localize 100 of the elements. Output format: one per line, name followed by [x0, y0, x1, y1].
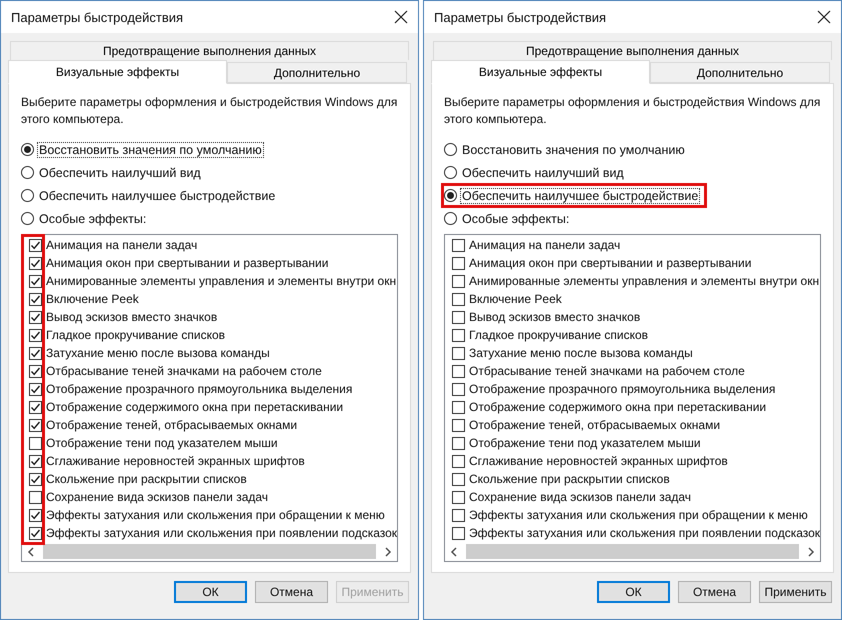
checkbox[interactable] — [452, 346, 465, 360]
checkbox-label[interactable]: Отображение содержимого окна при перетаскивании — [46, 400, 344, 414]
checkbox-label[interactable]: Сохранение вида эскизов панели задач — [46, 490, 268, 504]
checkbox[interactable] — [29, 346, 42, 360]
checkbox[interactable] — [29, 472, 42, 486]
radio-label[interactable]: Обеспечить наилучшее быстродействие — [37, 188, 278, 204]
checkbox-label[interactable]: Скольжение при раскрытии списков — [469, 472, 670, 486]
checkbox-label[interactable]: Отображение тени под указателем мыши — [469, 436, 701, 450]
radio-button[interactable] — [21, 212, 34, 225]
tab[interactable]: Дополнительно — [227, 62, 407, 83]
checkbox[interactable] — [29, 310, 42, 324]
chevron-left-icon[interactable] — [450, 546, 458, 556]
checkbox-label[interactable]: Затухание меню после вызова команды — [469, 346, 693, 360]
dialog-button[interactable]: Отмена — [678, 581, 751, 603]
checkbox[interactable] — [452, 274, 465, 288]
checkbox[interactable] — [452, 400, 465, 414]
tab[interactable]: Визуальные эффекты — [8, 60, 227, 84]
checkbox[interactable] — [452, 490, 465, 504]
close-icon[interactable] — [817, 10, 831, 24]
radio-label[interactable]: Обеспечить наилучший вид — [460, 164, 626, 180]
checkbox-label[interactable]: Эффекты затухания или скольжения при появлении подсказок — [46, 526, 398, 540]
checkbox[interactable] — [29, 238, 42, 252]
checkbox-label[interactable]: Эффекты затухания или скольжения при обращении к меню — [469, 508, 808, 522]
checkbox-label[interactable]: Вывод эскизов вместо значков — [469, 310, 640, 324]
checkbox-label[interactable]: Включение Peek — [469, 292, 562, 306]
checkbox[interactable] — [452, 472, 465, 486]
radio-label[interactable]: Восстановить значения по умолчанию — [37, 142, 264, 158]
checkbox-label[interactable]: Эффекты затухания или скольжения при появлении подсказок — [469, 526, 820, 540]
checkbox[interactable] — [29, 508, 42, 522]
dialog-button[interactable]: ОК — [597, 581, 670, 603]
radio-label[interactable]: Особые эффекты: — [460, 210, 572, 226]
checkbox-label[interactable]: Скольжение при раскрытии списков — [46, 472, 247, 486]
radio-label[interactable]: Обеспечить наилучший вид — [37, 164, 203, 180]
tab[interactable]: Визуальные эффекты — [431, 60, 650, 84]
checkbox[interactable] — [29, 418, 42, 432]
checkbox-label[interactable]: Гладкое прокручивание списков — [46, 328, 226, 342]
checkbox[interactable] — [452, 238, 465, 252]
checkbox[interactable] — [452, 382, 465, 396]
checkbox-label[interactable]: Анимация окон при свертывании и развертывании — [469, 256, 752, 270]
radio-button[interactable] — [444, 212, 457, 225]
close-icon[interactable] — [394, 10, 408, 24]
checkbox[interactable] — [29, 292, 42, 306]
checkbox-label[interactable]: Эффекты затухания или скольжения при обращении к меню — [46, 508, 385, 522]
checkbox[interactable] — [452, 310, 465, 324]
checkbox-label[interactable]: Анимация на панели задач — [46, 238, 198, 252]
checkbox-label[interactable]: Сглаживание неровностей экранных шрифтов — [46, 454, 305, 468]
checkbox[interactable] — [29, 328, 42, 342]
radio-button[interactable] — [21, 166, 34, 179]
checkbox-label[interactable]: Отображение прозрачного прямоугольника выделения — [46, 382, 352, 396]
tab[interactable]: Предотвращение выполнения данных — [10, 41, 409, 60]
checkbox[interactable] — [29, 436, 42, 450]
checkbox-label[interactable]: Сглаживание неровностей экранных шрифтов — [469, 454, 728, 468]
checkbox-label[interactable]: Затухание меню после вызова команды — [46, 346, 270, 360]
radio-button[interactable] — [444, 189, 457, 202]
checkbox-label[interactable]: Анимированные элементы управления и элементы внутри окн — [469, 274, 820, 288]
checkbox-label[interactable]: Отображение содержимого окна при перетаскивании — [469, 400, 766, 414]
checkbox[interactable] — [452, 292, 465, 306]
checkbox[interactable] — [29, 274, 42, 288]
radio-button[interactable] — [444, 166, 457, 179]
checkbox[interactable] — [452, 526, 465, 540]
checkbox-label[interactable]: Отображение теней, отбрасываемых окнами — [469, 418, 720, 432]
checkbox[interactable] — [29, 256, 42, 270]
radio-button[interactable] — [444, 143, 457, 156]
checkbox-label[interactable]: Анимация окон при свертывании и развертывании — [46, 256, 328, 270]
chevron-right-icon[interactable] — [807, 546, 815, 556]
chevron-left-icon[interactable] — [27, 546, 35, 556]
checkbox[interactable] — [452, 256, 465, 270]
radio-button[interactable] — [21, 143, 34, 156]
checkbox-label[interactable]: Отбрасывание теней значками на рабочем столе — [46, 364, 322, 378]
radio-label[interactable]: Обеспечить наилучшее быстродействие — [460, 188, 700, 204]
radio-label[interactable]: Особые эффекты: — [37, 210, 148, 226]
checkbox-label[interactable]: Анимированные элементы управления и элементы внутри окн — [46, 274, 396, 288]
checkbox[interactable] — [29, 454, 42, 468]
radio-label[interactable]: Восстановить значения по умолчанию — [460, 142, 687, 158]
checkbox[interactable] — [29, 490, 42, 504]
checkbox[interactable] — [29, 364, 42, 378]
dialog-button[interactable]: ОК — [174, 581, 247, 603]
dialog-button[interactable]: Применить — [759, 581, 832, 603]
checkbox-label[interactable]: Гладкое прокручивание списков — [469, 328, 648, 342]
checkbox[interactable] — [452, 418, 465, 432]
radio-button[interactable] — [21, 189, 34, 202]
checkbox-label[interactable]: Отображение теней, отбрасываемых окнами — [46, 418, 298, 432]
checkbox[interactable] — [452, 508, 465, 522]
tab[interactable]: Предотвращение выполнения данных — [433, 41, 832, 60]
checkbox-label[interactable]: Отображение тени под указателем мыши — [46, 436, 278, 450]
chevron-right-icon[interactable] — [384, 546, 392, 556]
dialog-button[interactable]: Отмена — [255, 581, 328, 603]
checkbox[interactable] — [452, 454, 465, 468]
checkbox[interactable] — [452, 364, 465, 378]
checkbox[interactable] — [452, 328, 465, 342]
checkbox-label[interactable]: Отображение прозрачного прямоугольника выделения — [469, 382, 776, 396]
checkbox-label[interactable]: Вывод эскизов вместо значков — [46, 310, 218, 324]
checkbox-label[interactable]: Включение Peek — [46, 292, 139, 306]
checkbox[interactable] — [29, 382, 42, 396]
checkbox-label[interactable]: Анимация на панели задач — [469, 238, 620, 252]
checkbox[interactable] — [452, 436, 465, 450]
checkbox[interactable] — [29, 526, 42, 540]
tab[interactable]: Дополнительно — [650, 62, 830, 83]
checkbox-label[interactable]: Отбрасывание теней значками на рабочем столе — [469, 364, 745, 378]
checkbox-label[interactable]: Сохранение вида эскизов панели задач — [469, 490, 692, 504]
